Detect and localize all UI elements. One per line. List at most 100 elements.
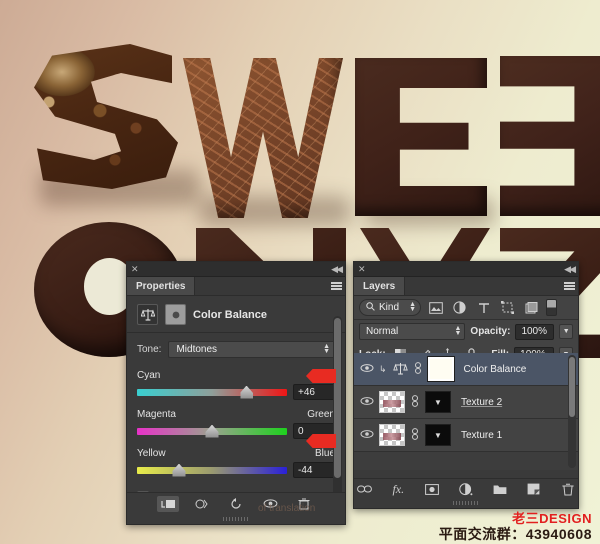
blend-mode-row: Normal ▲▼ Opacity: 100% ▼ <box>354 320 578 343</box>
close-icon[interactable]: ✕ <box>358 265 366 274</box>
clip-to-layer-icon[interactable] <box>157 496 179 512</box>
properties-tabstrip: Properties <box>127 277 345 296</box>
blend-mode-value: Normal <box>366 326 398 337</box>
opacity-dropdown-icon[interactable]: ▼ <box>559 324 573 339</box>
table-row[interactable]: ↳ Color Balance <box>354 353 578 386</box>
properties-resize-grip[interactable] <box>127 514 345 524</box>
tab-properties[interactable]: Properties <box>127 277 195 295</box>
reset-icon[interactable] <box>225 496 247 512</box>
tone-select[interactable]: Midtones ▲▼ <box>168 341 335 358</box>
collapse-icon[interactable]: ◀◀ <box>564 264 574 275</box>
tabstrip-filler <box>405 277 562 295</box>
artwork-letter-w <box>183 58 343 218</box>
collapse-icon[interactable]: ◀◀ <box>331 264 341 275</box>
search-icon <box>366 302 375 314</box>
panel-menu-icon[interactable] <box>329 277 345 295</box>
slider-right-label: Blue <box>315 448 335 459</box>
layer-visibility-icon[interactable] <box>360 429 373 442</box>
layer-list[interactable]: ↳ Color Balance <box>354 353 578 470</box>
artwork-letter-e2 <box>500 56 600 216</box>
magenta-green-slider-track[interactable] <box>137 428 287 435</box>
magenta-green-value: 0 <box>298 426 304 437</box>
cyan-red-value-input[interactable]: +46 <box>293 384 335 400</box>
table-row[interactable]: ▼ Texture 1 <box>354 419 578 452</box>
layer-name[interactable]: Color Balance <box>464 364 527 375</box>
clipping-mask-indicator-icon: ↳ <box>379 364 387 375</box>
panel-menu-icon[interactable] <box>562 277 578 295</box>
layer-mask-thumbnail[interactable] <box>428 357 454 381</box>
new-group-icon[interactable] <box>489 481 510 497</box>
tab-layers-label: Layers <box>363 281 395 292</box>
layer-style-fx-icon[interactable]: fx. <box>388 481 409 497</box>
chevron-updown-icon: ▲▼ <box>409 303 416 311</box>
view-previous-state-icon[interactable] <box>191 496 213 512</box>
filter-enable-toggle[interactable] <box>546 299 557 316</box>
cyan-red-slider-track[interactable] <box>137 389 287 396</box>
slider-right-label: Green <box>307 409 335 420</box>
yellow-blue-slider-thumb[interactable] <box>173 464 186 477</box>
filter-type-layers-icon[interactable] <box>474 299 493 316</box>
layers-footer: fx. <box>354 478 578 499</box>
magenta-green-slider-thumb[interactable] <box>206 425 219 438</box>
filter-shape-layers-icon[interactable] <box>498 299 517 316</box>
properties-header: Color Balance <box>127 296 345 333</box>
layers-tabstrip: Layers <box>354 277 578 296</box>
layers-panel[interactable]: ✕ ◀◀ Layers Kind ▲▼ <box>353 261 579 509</box>
properties-scrollbar[interactable] <box>333 316 342 496</box>
layer-mask-thumbnail[interactable]: ▼ <box>425 424 451 446</box>
link-icon[interactable] <box>414 362 422 376</box>
table-row[interactable]: ▼ Texture 2 <box>354 386 578 419</box>
layer-name[interactable]: Texture 2 <box>461 397 502 408</box>
yellow-blue-value-input[interactable]: -44 <box>293 462 335 478</box>
tone-row: Tone: Midtones ▲▼ <box>137 341 335 358</box>
blend-mode-select[interactable]: Normal ▲▼ <box>359 323 465 340</box>
link-layers-icon[interactable] <box>354 481 375 497</box>
slider-cyan-red: Cyan Red +46 <box>137 370 335 400</box>
new-layer-icon[interactable] <box>523 481 544 497</box>
mask-thumbnail-icon <box>165 304 186 325</box>
artwork-letter-e <box>355 58 487 216</box>
properties-panel[interactable]: ✕ ◀◀ Properties Colo <box>126 261 346 525</box>
slider-yellow-blue: Yellow Blue -44 <box>137 448 335 478</box>
opacity-value: 100% <box>521 326 547 337</box>
cyan-red-slider-thumb[interactable] <box>240 386 253 399</box>
opacity-label: Opacity: <box>470 326 510 337</box>
new-adjustment-layer-icon[interactable] <box>456 481 477 497</box>
filter-kind-select[interactable]: Kind ▲▼ <box>359 299 421 316</box>
tab-layers[interactable]: Layers <box>354 277 405 295</box>
layer-filter-row: Kind ▲▼ <box>354 296 578 320</box>
chevron-updown-icon: ▲▼ <box>323 345 330 353</box>
filter-smart-object-icon[interactable] <box>522 299 541 316</box>
artwork-letter-s <box>28 44 178 189</box>
add-layer-mask-icon[interactable] <box>422 481 443 497</box>
tab-properties-label: Properties <box>136 281 185 292</box>
filter-pixel-layers-icon[interactable] <box>426 299 445 316</box>
link-icon[interactable] <box>411 395 419 409</box>
layer-thumbnail[interactable] <box>379 391 405 413</box>
watermark-qq-group: 平面交流群：43940608 <box>439 524 592 544</box>
yellow-blue-slider-track[interactable] <box>137 467 287 474</box>
color-balance-icon <box>137 304 158 325</box>
color-balance-icon <box>393 362 408 377</box>
properties-body: Tone: Midtones ▲▼ Cyan Red +46 <box>127 333 345 503</box>
close-icon[interactable]: ✕ <box>131 265 139 274</box>
filter-kind-label: Kind <box>379 302 405 313</box>
screenshot-root: ✕ ◀◀ Properties Colo <box>0 0 600 544</box>
link-icon[interactable] <box>411 428 419 442</box>
slider-left-label: Magenta <box>137 409 176 420</box>
layer-visibility-icon[interactable] <box>360 363 373 376</box>
opacity-input[interactable]: 100% <box>515 324 554 340</box>
layers-resize-grip[interactable] <box>354 498 578 508</box>
layers-scrollbar[interactable] <box>568 355 576 468</box>
yellow-blue-value: -44 <box>298 465 312 476</box>
delete-layer-icon[interactable] <box>557 481 578 497</box>
layer-name[interactable]: Texture 1 <box>461 430 502 441</box>
layers-titlebar: ✕ ◀◀ <box>354 262 578 277</box>
layer-mask-thumbnail[interactable]: ▼ <box>425 391 451 413</box>
tone-value: Midtones <box>176 344 217 355</box>
chevron-updown-icon: ▲▼ <box>454 327 461 335</box>
layer-visibility-icon[interactable] <box>360 396 373 409</box>
slider-left-label: Cyan <box>137 370 160 381</box>
layer-thumbnail[interactable] <box>379 424 405 446</box>
filter-adjustment-layers-icon[interactable] <box>450 299 469 316</box>
